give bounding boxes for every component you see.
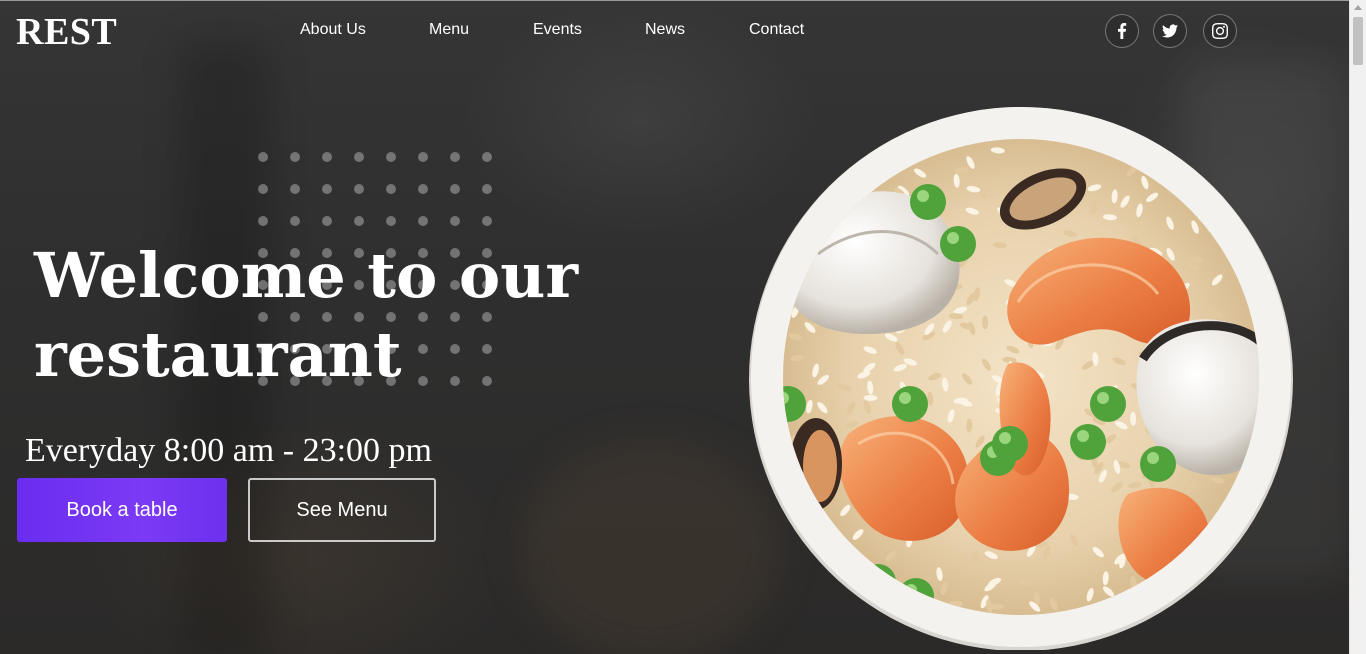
twitter-link[interactable]: [1153, 14, 1187, 48]
grid-dot: [418, 216, 428, 226]
green-pea: [1090, 386, 1126, 422]
nav-item-menu[interactable]: Menu: [429, 21, 469, 39]
grid-dot: [258, 152, 268, 162]
grid-dot: [418, 184, 428, 194]
see-menu-button[interactable]: See Menu: [248, 478, 436, 542]
green-pea: [1140, 446, 1176, 482]
background-blur: [520, 440, 780, 654]
nav-item-about[interactable]: About Us: [300, 21, 366, 39]
instagram-link[interactable]: [1203, 14, 1237, 48]
opening-hours: Everyday 8:00 am - 23:00 pm: [25, 432, 432, 469]
instagram-icon: [1212, 23, 1228, 39]
green-pea: [892, 386, 928, 422]
grid-dot: [482, 216, 492, 226]
book-table-button[interactable]: Book a table: [17, 478, 227, 542]
hero-title-line2: restaurant: [34, 318, 402, 391]
green-pea: [910, 184, 946, 220]
top-border: [0, 0, 1349, 1]
grid-dot: [290, 184, 300, 194]
facebook-link[interactable]: [1105, 14, 1139, 48]
hero-title-line1: Welcome to our: [34, 239, 578, 312]
nav-item-contact[interactable]: Contact: [749, 21, 804, 39]
green-pea: [992, 426, 1028, 462]
grid-dot: [322, 216, 332, 226]
facebook-icon: [1118, 23, 1127, 39]
grid-dot: [418, 152, 428, 162]
nav-item-news[interactable]: News: [645, 21, 685, 39]
seafood-rice-bowl-image: [749, 107, 1293, 650]
grid-dot: [354, 184, 364, 194]
scroll-up-arrow-icon[interactable]: [1354, 5, 1362, 10]
grid-dot: [482, 184, 492, 194]
grid-dot: [290, 216, 300, 226]
green-pea: [940, 226, 976, 262]
grid-dot: [354, 152, 364, 162]
grid-dot: [386, 184, 396, 194]
nav-item-events[interactable]: Events: [533, 21, 582, 39]
grid-dot: [258, 184, 268, 194]
grid-dot: [450, 152, 460, 162]
grid-dot: [322, 152, 332, 162]
grid-dot: [450, 216, 460, 226]
hero-title: Welcome to our restaurant: [34, 236, 594, 394]
green-pea: [1070, 424, 1106, 460]
grid-dot: [258, 216, 268, 226]
grid-dot: [322, 184, 332, 194]
hero-section: REST About Us Menu Events News Contact W…: [0, 0, 1349, 654]
grid-dot: [290, 152, 300, 162]
grid-dot: [450, 184, 460, 194]
twitter-icon: [1162, 24, 1178, 38]
site-logo[interactable]: REST: [16, 10, 117, 54]
grid-dot: [386, 152, 396, 162]
grid-dot: [482, 152, 492, 162]
grid-dot: [386, 216, 396, 226]
scroll-thumb[interactable]: [1353, 17, 1363, 65]
grid-dot: [354, 216, 364, 226]
page-scrollbar[interactable]: [1349, 0, 1366, 654]
